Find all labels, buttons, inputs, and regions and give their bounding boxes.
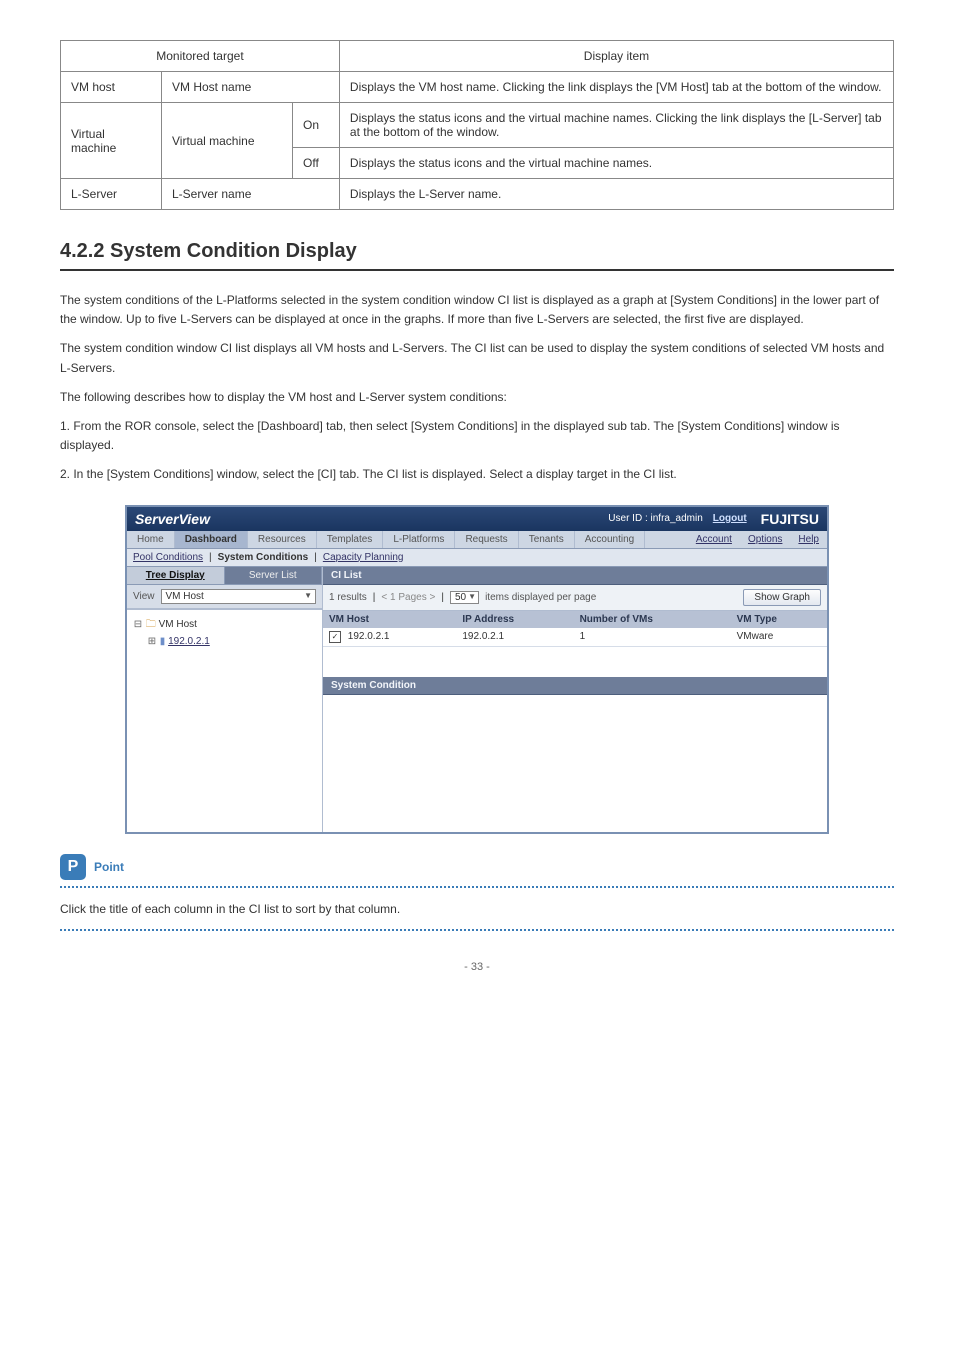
view-label: View: [133, 591, 155, 602]
row-checkbox[interactable]: ✓: [329, 631, 341, 643]
cell-item-sub: Off: [293, 148, 340, 179]
col-vmhost[interactable]: VM Host: [323, 611, 456, 628]
cell-numvms: 1: [574, 628, 731, 647]
tab-accounting[interactable]: Accounting: [575, 531, 645, 548]
monitored-target-table: Monitored target Display item VM host VM…: [60, 40, 894, 210]
paragraph: The system conditions of the L-Platforms…: [60, 291, 894, 329]
cell-item: Virtual machine: [162, 103, 293, 179]
col-ip[interactable]: IP Address: [456, 611, 573, 628]
link-help[interactable]: Help: [790, 531, 827, 548]
brand-logo: ServerView: [135, 511, 210, 527]
section-heading: 4.2.2 System Condition Display: [60, 240, 894, 271]
tree-root-label: VM Host: [159, 619, 197, 630]
system-condition-body: [323, 695, 827, 832]
tab-templates[interactable]: Templates: [317, 531, 384, 548]
pager[interactable]: < 1 Pages >: [381, 592, 435, 603]
cell-display: Displays the status icons and the virtua…: [339, 148, 893, 179]
folder-icon: 🗀: [146, 619, 156, 630]
per-page-label: items displayed per page: [485, 592, 596, 603]
tab-tenants[interactable]: Tenants: [519, 531, 575, 548]
cell-display: Displays the L-Server name.: [339, 179, 893, 210]
tree-view: ⊟ 🗀 VM Host ⊞ ▮ 192.0.2.1: [127, 609, 322, 832]
show-graph-button[interactable]: Show Graph: [743, 589, 821, 606]
left-panel: Tree Display Server List View VM Host ⊟ …: [127, 567, 323, 832]
dotted-rule: [60, 929, 894, 931]
right-panel: CI List 1 results | < 1 Pages > | 50 ite…: [323, 567, 827, 832]
table-row: Virtual machine Virtual machine On Displ…: [61, 103, 894, 148]
point-callout: P Point: [60, 854, 894, 880]
main-tabs: Home Dashboard Resources Templates L-Pla…: [127, 531, 827, 549]
expand-icon[interactable]: ⊞: [147, 636, 157, 647]
step: 1. From the ROR console, select the [Das…: [60, 417, 894, 455]
cell-item-sub: On: [293, 103, 340, 148]
cell-target: Virtual machine: [61, 103, 162, 179]
left-tab-tree[interactable]: Tree Display: [127, 567, 225, 584]
section-title: System Condition Display: [110, 240, 357, 262]
cell-ip: 192.0.2.1: [456, 628, 573, 647]
dotted-rule: [60, 886, 894, 888]
ci-list-title: CI List: [323, 567, 827, 585]
server-icon: ▮: [160, 636, 166, 647]
paragraph: The system condition window CI list disp…: [60, 339, 894, 377]
page-number: - 33 -: [60, 961, 894, 973]
system-condition-title: System Condition: [323, 677, 827, 695]
cell-vmtype: VMware: [731, 628, 827, 647]
tab-requests[interactable]: Requests: [455, 531, 518, 548]
ci-row[interactable]: ✓ 192.0.2.1 192.0.2.1 1 VMware: [323, 628, 827, 647]
link-options[interactable]: Options: [740, 531, 790, 548]
table-header-target: Monitored target: [61, 41, 340, 72]
app-header: ServerView User ID : infra_admin Logout …: [127, 507, 827, 531]
cell-target: VM host: [61, 72, 162, 103]
user-id: User ID : infra_admin: [608, 513, 703, 524]
paragraph: The following describes how to display t…: [60, 388, 894, 407]
cell-display: Displays the status icons and the virtua…: [339, 103, 893, 148]
table-row: L-Server L-Server name Displays the L-Se…: [61, 179, 894, 210]
collapse-icon[interactable]: ⊟: [133, 619, 143, 630]
tab-lplatforms[interactable]: L-Platforms: [383, 531, 455, 548]
cell-item: VM Host name: [162, 72, 340, 103]
point-icon: P: [60, 854, 86, 880]
per-page-select[interactable]: 50: [450, 591, 479, 604]
cell-item: L-Server name: [162, 179, 340, 210]
link-account[interactable]: Account: [688, 531, 740, 548]
subtab-pool[interactable]: Pool Conditions: [133, 552, 203, 563]
sub-tabs: Pool Conditions | System Conditions | Ca…: [127, 549, 827, 567]
cell-target: L-Server: [61, 179, 162, 210]
point-text: Click the title of each column in the CI…: [60, 900, 894, 919]
col-numvms[interactable]: Number of VMs: [574, 611, 731, 628]
tab-resources[interactable]: Resources: [248, 531, 317, 548]
cell-display: Displays the VM host name. Clicking the …: [339, 72, 893, 103]
point-label: Point: [94, 860, 124, 874]
col-vmtype[interactable]: VM Type: [731, 611, 827, 628]
serverview-screenshot: ServerView User ID : infra_admin Logout …: [125, 505, 829, 834]
ci-toolbar: 1 results | < 1 Pages > | 50 items displ…: [323, 585, 827, 611]
subtab-capacity[interactable]: Capacity Planning: [323, 552, 404, 563]
view-select[interactable]: VM Host: [161, 589, 317, 604]
cell-vmhost: 192.0.2.1: [348, 631, 390, 642]
table-header-display: Display item: [339, 41, 893, 72]
ci-table: VM Host IP Address Number of VMs VM Type…: [323, 611, 827, 647]
logout-link[interactable]: Logout: [713, 513, 747, 524]
tree-node-link[interactable]: 192.0.2.1: [168, 636, 210, 647]
table-row: VM host VM Host name Displays the VM hos…: [61, 72, 894, 103]
tab-home[interactable]: Home: [127, 531, 175, 548]
step: 2. In the [System Conditions] window, se…: [60, 465, 894, 484]
fujitsu-logo: FUJITSU: [761, 511, 819, 527]
left-tab-serverlist[interactable]: Server List: [225, 567, 323, 584]
subtab-system-conditions[interactable]: System Conditions: [218, 552, 309, 563]
tab-dashboard[interactable]: Dashboard: [175, 531, 248, 548]
section-number: 4.2.2: [60, 240, 104, 262]
results-count: 1 results: [329, 592, 367, 603]
